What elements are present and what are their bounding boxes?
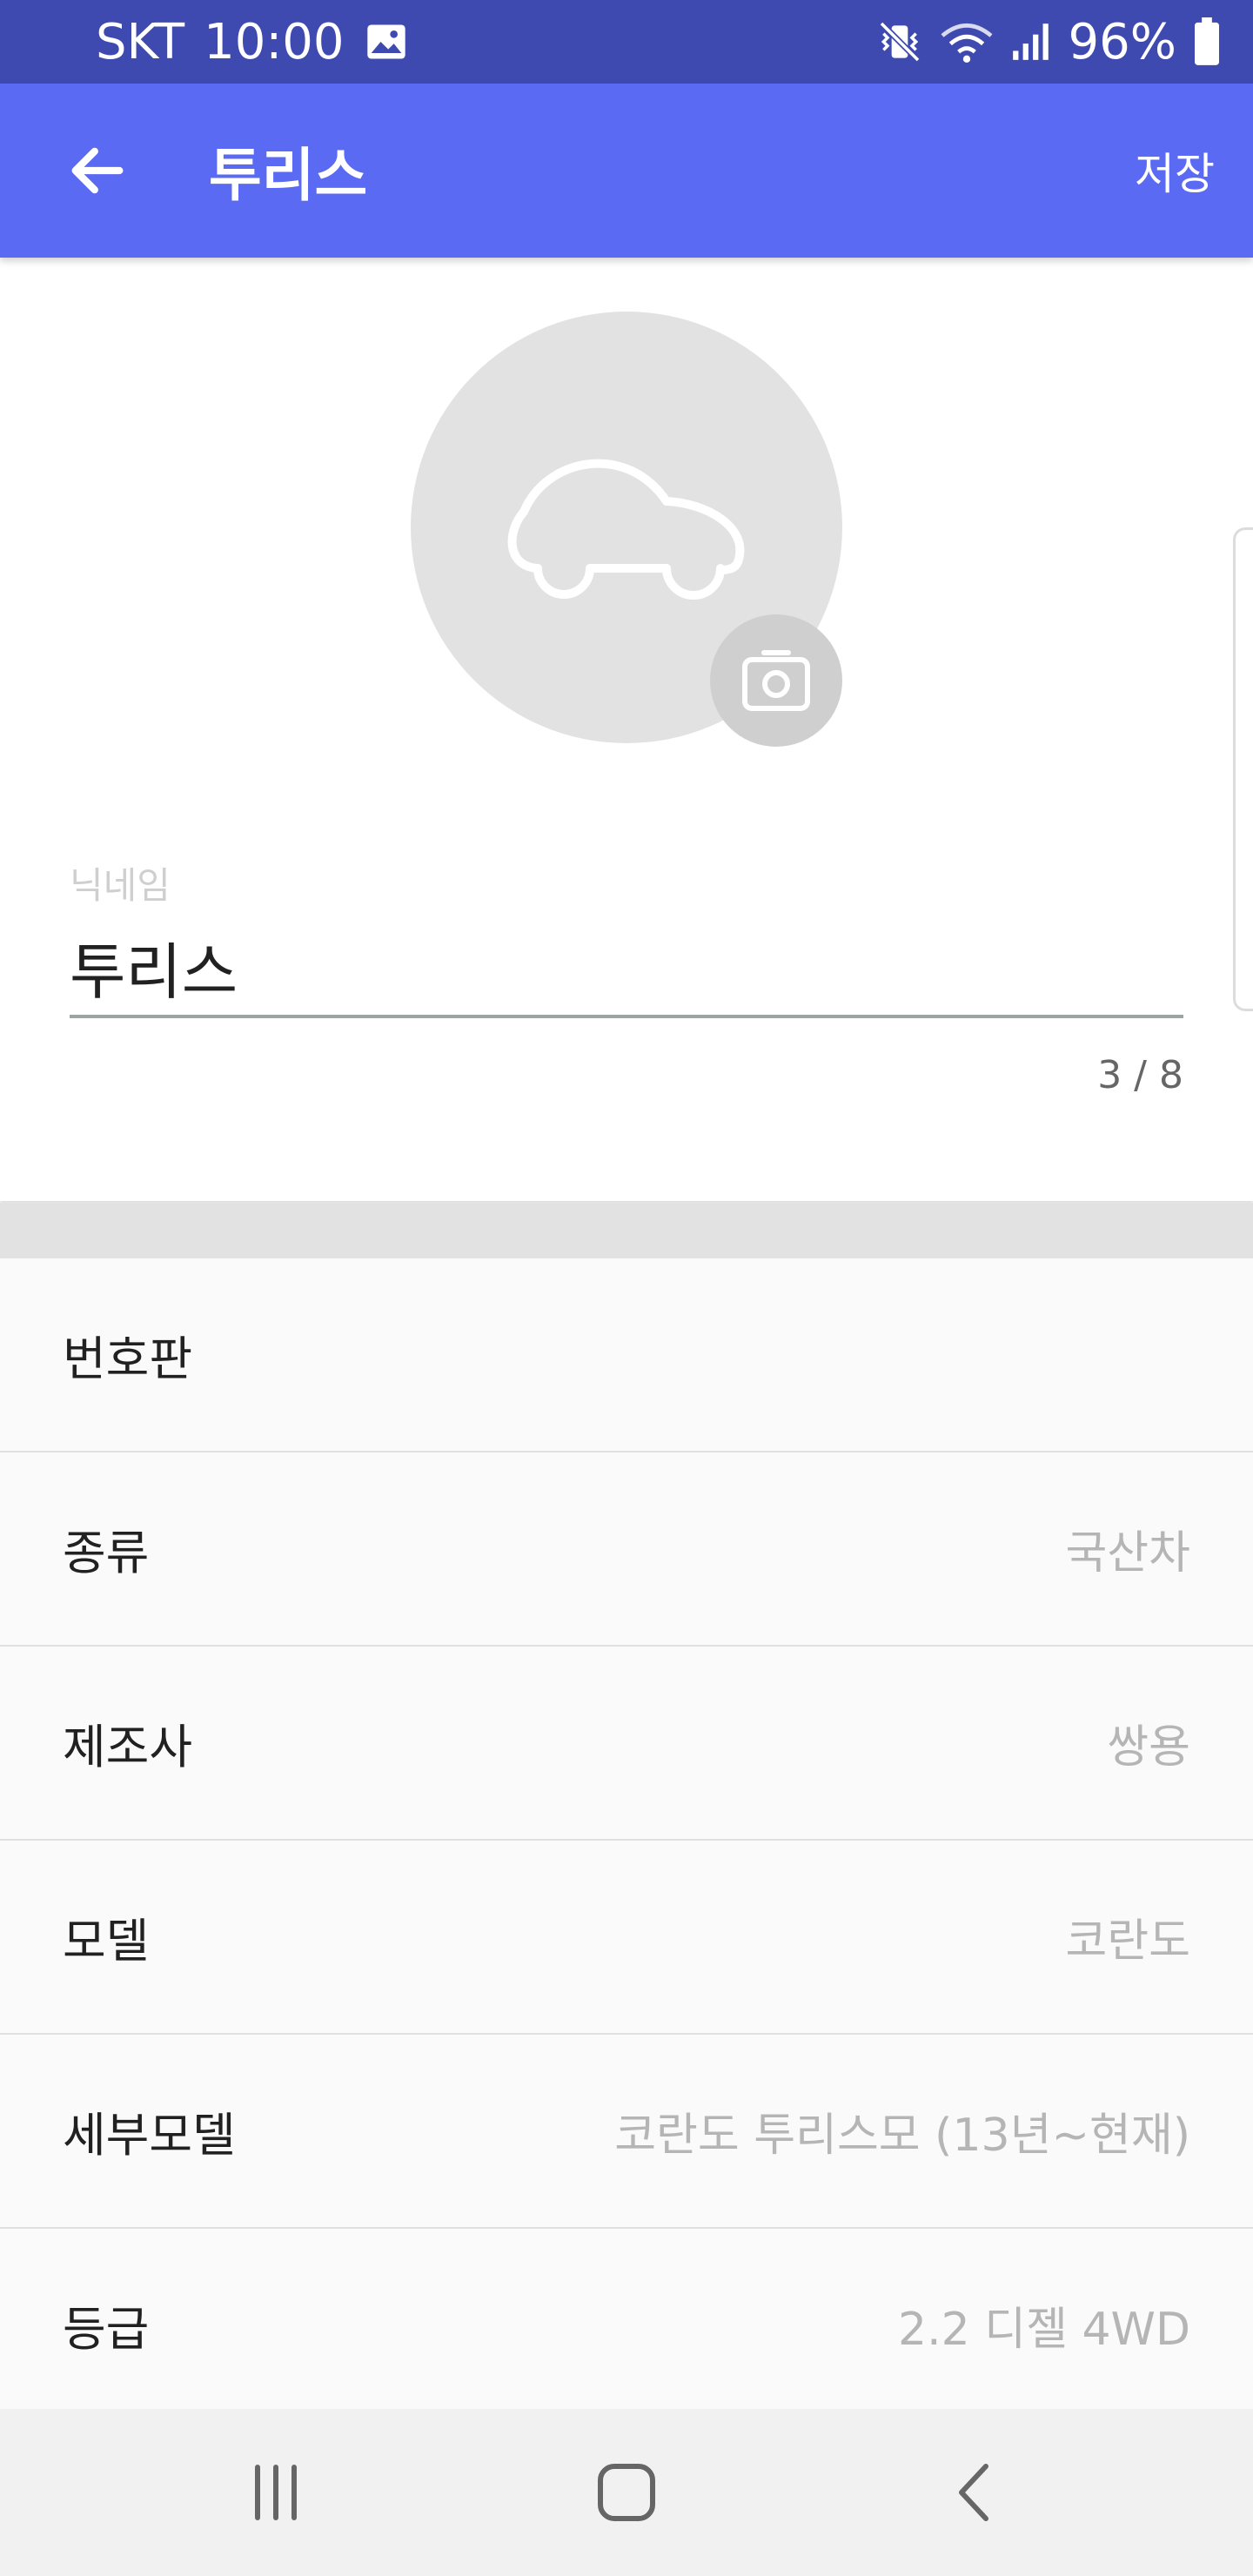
info-row-submodel[interactable]: 세부모델 코란도 투리스모 (13년~현재) — [0, 2035, 1253, 2229]
carrier-label: SKT — [96, 13, 185, 70]
info-row-type[interactable]: 종류 국산차 — [0, 1452, 1253, 1647]
vibrate-icon — [875, 17, 924, 66]
info-value: 국산차 — [1065, 1527, 1190, 1580]
info-row-grade[interactable]: 등급 2.2 디젤 4WD — [0, 2229, 1253, 2421]
arrow-back-icon — [71, 147, 124, 194]
clock: 10:00 — [204, 13, 345, 70]
signal-icon — [1009, 20, 1053, 64]
info-label: 등급 — [63, 2302, 150, 2357]
save-button[interactable]: 저장 — [1135, 84, 1215, 258]
info-label: 번호판 — [63, 1332, 193, 1386]
status-bar: SKT 10:00 96% — [0, 0, 1253, 84]
nav-back-button[interactable] — [888, 2409, 1062, 2576]
app-bar: 투리스 저장 — [0, 84, 1253, 258]
info-value: 코란도 투리스모 (13년~현재) — [614, 2110, 1190, 2162]
battery-icon — [1192, 17, 1222, 66]
gallery-icon — [364, 19, 409, 64]
info-label: 종류 — [63, 1526, 150, 1580]
nickname-input[interactable] — [70, 919, 1183, 1018]
info-label: 제조사 — [63, 1720, 193, 1774]
status-right: 96% — [875, 0, 1222, 84]
home-button[interactable] — [539, 2409, 714, 2576]
battery-percent: 96% — [1068, 13, 1176, 70]
camera-icon — [742, 650, 810, 711]
info-value: 쌍용 — [1107, 1721, 1190, 1774]
info-row-plate[interactable]: 번호판 — [0, 1258, 1253, 1452]
back-icon — [959, 2464, 988, 2521]
section-divider — [0, 1203, 1253, 1258]
char-counter: 3 / 8 — [1097, 1053, 1183, 1097]
profile-card: 닉네임 3 / 8 — [0, 258, 1253, 1201]
home-icon — [598, 2464, 655, 2521]
info-row-manufacturer[interactable]: 제조사 쌍용 — [0, 1647, 1253, 1841]
status-left: SKT 10:00 — [96, 0, 409, 84]
info-label: 모델 — [63, 1914, 150, 1969]
car-icon — [507, 459, 745, 600]
recent-apps-icon — [255, 2465, 297, 2520]
camera-button[interactable] — [710, 614, 842, 747]
page-title: 투리스 — [209, 142, 368, 209]
wifi-icon — [940, 17, 994, 66]
side-panel-handle[interactable] — [1233, 527, 1253, 1011]
system-nav-bar — [0, 2409, 1253, 2576]
info-value: 2.2 디젤 4WD — [898, 2304, 1190, 2356]
info-value: 코란도 — [1065, 1915, 1190, 1968]
info-row-model[interactable]: 모델 코란도 — [0, 1841, 1253, 2035]
nickname-label: 닉네임 — [70, 864, 171, 907]
info-label: 세부모델 — [63, 2108, 236, 2163]
recent-apps-button[interactable] — [189, 2409, 363, 2576]
back-button[interactable] — [49, 122, 146, 219]
vehicle-info-list: 번호판 종류 국산차 제조사 쌍용 모델 코란도 세부모델 코란도 투리스모 (… — [0, 1258, 1253, 2421]
